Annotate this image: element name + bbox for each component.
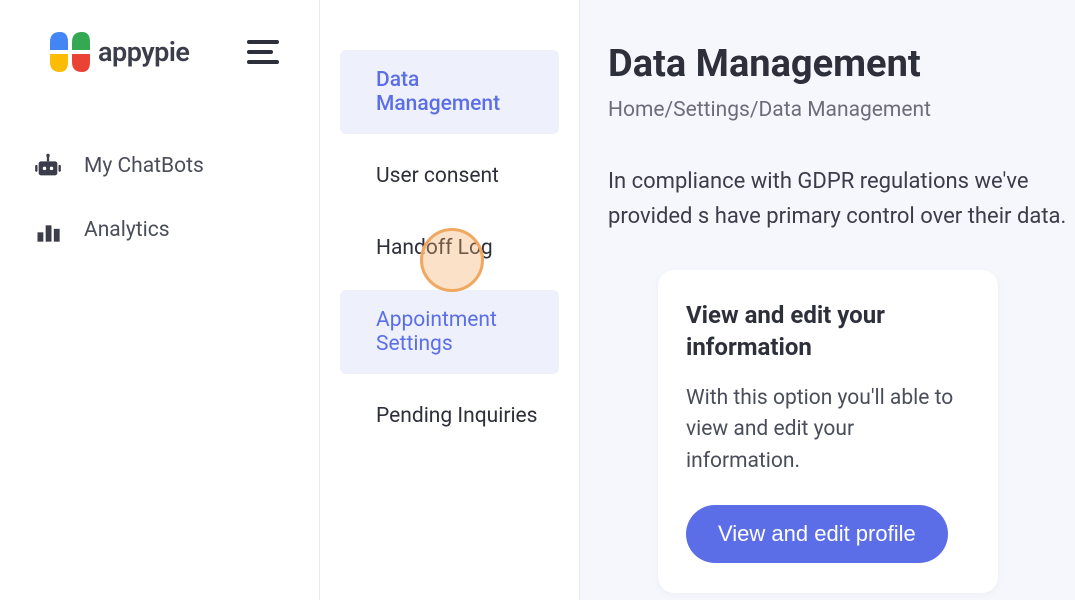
subnav-handoff-log[interactable]: Handoff Log <box>340 218 559 278</box>
card-title: View and edit your information <box>686 300 970 362</box>
main-content: Data Management Home/Settings/Data Manag… <box>580 0 1075 600</box>
subnav-appointment-settings[interactable]: Appointment Settings <box>340 290 559 374</box>
subnav-pending-inquiries[interactable]: Pending Inquiries <box>340 386 559 446</box>
left-sidebar: appypie My ChatBots <box>0 0 320 600</box>
card-description: With this option you'll able to view and… <box>686 383 970 478</box>
page-title: Data Management <box>608 42 1075 86</box>
intro-text: In compliance with GDPR regulations we'v… <box>608 164 1075 234</box>
info-card: View and edit your information With this… <box>658 270 998 593</box>
appypie-logo-icon <box>48 30 94 74</box>
nav-label: Analytics <box>84 218 170 242</box>
brand-name: appypie <box>98 36 189 68</box>
primary-nav: My ChatBots Analytics <box>0 104 319 262</box>
view-edit-profile-button[interactable]: View and edit profile <box>686 505 948 563</box>
chart-icon <box>34 216 62 244</box>
nav-my-chatbots[interactable]: My ChatBots <box>34 134 319 198</box>
subnav-user-consent[interactable]: User consent <box>340 146 559 206</box>
nav-label: My ChatBots <box>84 154 204 178</box>
settings-sidebar: Data Management User consent Handoff Log… <box>320 0 580 600</box>
nav-analytics[interactable]: Analytics <box>34 198 319 262</box>
menu-toggle-icon[interactable] <box>247 40 279 64</box>
header: appypie <box>0 0 319 104</box>
breadcrumb[interactable]: Home/Settings/Data Management <box>608 98 1075 122</box>
subnav-data-management[interactable]: Data Management <box>340 50 559 134</box>
logo[interactable]: appypie <box>48 30 189 74</box>
robot-icon <box>34 152 62 180</box>
